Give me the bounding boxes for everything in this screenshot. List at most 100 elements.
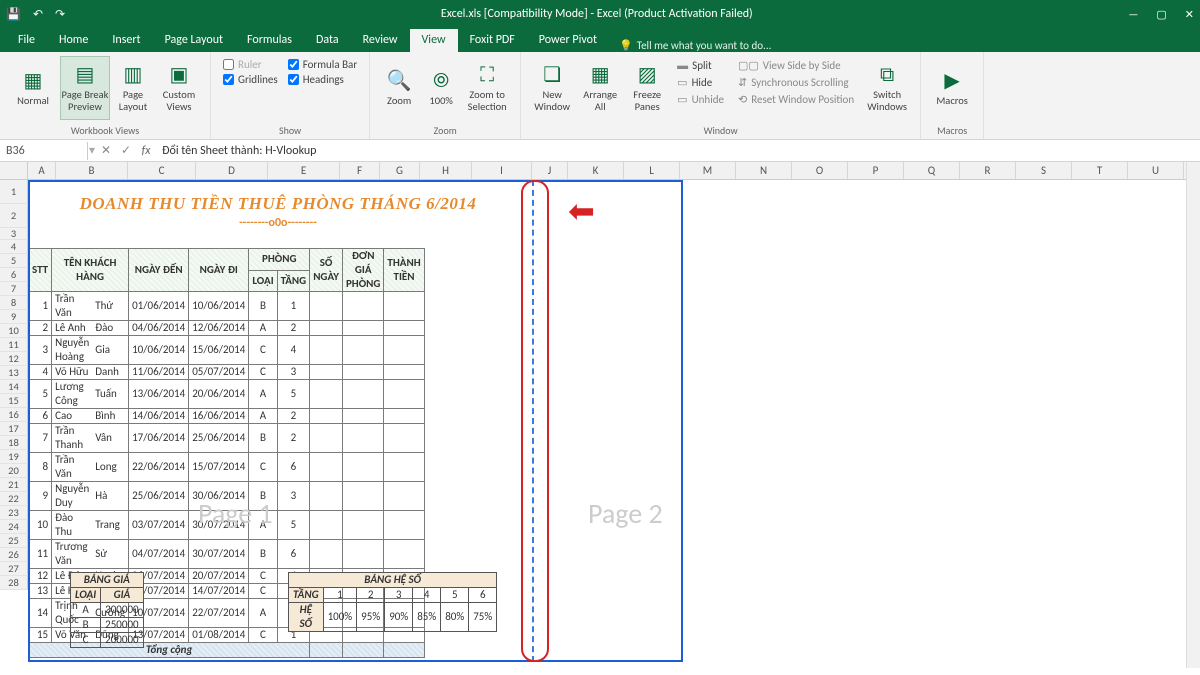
page-layout-button[interactable]: ▥Page Layout — [112, 56, 154, 120]
col-header-E[interactable]: E — [268, 162, 340, 179]
row-header-19[interactable]: 19 — [0, 450, 28, 464]
page-break-preview-button[interactable]: ▤Page Break Preview — [60, 56, 110, 120]
tab-foxit[interactable]: Foxit PDF — [458, 29, 527, 52]
row-header-25[interactable]: 25 — [0, 534, 28, 548]
row-header-13[interactable]: 13 — [0, 366, 28, 380]
custom-views-button[interactable]: ▣Custom Views — [156, 56, 202, 120]
formula-bar-checkbox[interactable]: Formula Bar — [288, 58, 357, 71]
row-header-26[interactable]: 26 — [0, 548, 28, 562]
cancel-icon[interactable]: ✕ — [96, 143, 116, 158]
row-header-22[interactable]: 22 — [0, 492, 28, 506]
page-break-line[interactable] — [532, 180, 534, 662]
gridlines-checkbox[interactable]: Gridlines — [223, 73, 278, 86]
name-box[interactable]: B36 — [0, 142, 88, 160]
save-icon[interactable]: 💾 — [6, 7, 21, 22]
table-row[interactable]: TẦNG123456 — [289, 588, 497, 603]
close-icon[interactable]: ✕ — [1185, 8, 1194, 21]
col-header-N[interactable]: N — [736, 162, 792, 179]
col-header-Q[interactable]: Q — [904, 162, 960, 179]
arrange-all-button[interactable]: ▦Arrange All — [577, 56, 623, 120]
table-row[interactable]: 1Trần VănThứ01/06/201410/06/2014B1 — [29, 292, 425, 321]
tab-powerpivot[interactable]: Power Pivot — [527, 29, 609, 52]
table-row[interactable]: 6CaoBình14/06/201416/06/2014A2 — [29, 409, 425, 424]
tab-data[interactable]: Data — [304, 29, 351, 52]
table-row[interactable]: 7Trần ThanhVân17/06/201425/06/2014B2 — [29, 424, 425, 453]
col-header-M[interactable]: M — [680, 162, 736, 179]
row-header-21[interactable]: 21 — [0, 478, 28, 492]
select-all-corner[interactable] — [0, 162, 28, 179]
row-header-20[interactable]: 20 — [0, 464, 28, 478]
col-header-I[interactable]: I — [472, 162, 532, 179]
tab-insert[interactable]: Insert — [100, 29, 152, 52]
row-header-14[interactable]: 14 — [0, 380, 28, 394]
new-window-button[interactable]: ❏New Window — [529, 56, 575, 120]
tab-file[interactable]: File — [6, 29, 47, 52]
col-header-O[interactable]: O — [792, 162, 848, 179]
macros-button[interactable]: ▶Macros — [929, 56, 975, 120]
row-header-12[interactable]: 12 — [0, 352, 28, 366]
col-header-R[interactable]: R — [960, 162, 1016, 179]
col-header-A[interactable]: A — [28, 162, 56, 179]
undo-icon[interactable]: ↶ — [33, 7, 43, 22]
table-row[interactable]: 10Đào ThuTrang03/07/201430/07/2014A5 — [29, 511, 425, 540]
row-header-6[interactable]: 6 — [0, 268, 28, 282]
split-button[interactable]: ▬ Split — [675, 58, 726, 73]
table-row[interactable]: B250000 — [71, 618, 144, 633]
row-header-24[interactable]: 24 — [0, 520, 28, 534]
row-header-7[interactable]: 7 — [0, 282, 28, 296]
row-header-28[interactable]: 28 — [0, 576, 28, 590]
grid[interactable]: ABCDEFGHIJKLMNOPQRSTU 123456789101112131… — [0, 162, 1200, 668]
table-row[interactable]: HỆ SỐ100%95%90%85%80%75% — [289, 603, 497, 632]
switch-windows-button[interactable]: ⧉Switch Windows — [862, 56, 912, 120]
col-header-K[interactable]: K — [568, 162, 624, 179]
hide-button[interactable]: ▭ Hide — [675, 75, 726, 90]
table-row[interactable]: 9Nguyễn DuyHà25/06/201430/06/2014B3 — [29, 482, 425, 511]
zoom-button[interactable]: 🔍Zoom — [378, 56, 420, 120]
row-header-9[interactable]: 9 — [0, 310, 28, 324]
col-header-B[interactable]: B — [56, 162, 128, 179]
col-header-U[interactable]: U — [1128, 162, 1184, 179]
row-header-18[interactable]: 18 — [0, 436, 28, 450]
col-header-J[interactable]: J — [532, 162, 568, 179]
enter-icon[interactable]: ✓ — [116, 143, 136, 158]
normal-button[interactable]: ▦Normal — [8, 56, 58, 120]
row-header-5[interactable]: 5 — [0, 254, 28, 268]
formula-input[interactable]: Đổi tên Sheet thành: H-Vlookup — [156, 142, 1200, 160]
col-header-T[interactable]: T — [1072, 162, 1128, 179]
col-header-P[interactable]: P — [848, 162, 904, 179]
row-header-3[interactable]: 3 — [0, 228, 28, 240]
col-header-S[interactable]: S — [1016, 162, 1072, 179]
tab-formulas[interactable]: Formulas — [235, 29, 304, 52]
col-header-C[interactable]: C — [128, 162, 196, 179]
row-header-10[interactable]: 10 — [0, 324, 28, 338]
ruler-checkbox[interactable]: Ruler — [223, 58, 278, 71]
freeze-panes-button[interactable]: ▨Freeze Panes — [625, 56, 669, 120]
tell-me[interactable]: 💡 Tell me what you want to do... — [619, 39, 771, 52]
table-row[interactable]: 8Trần VănLong22/06/201415/07/2014C6 — [29, 453, 425, 482]
row-header-17[interactable]: 17 — [0, 422, 28, 436]
row-header-16[interactable]: 16 — [0, 408, 28, 422]
col-header-G[interactable]: G — [380, 162, 420, 179]
tab-view[interactable]: View — [410, 29, 458, 52]
column-headers[interactable]: ABCDEFGHIJKLMNOPQRSTU — [0, 162, 1200, 180]
coefficient-table[interactable]: BẢNG HỆ SỐ TẦNG123456HỆ SỐ100%95%90%85%8… — [288, 572, 497, 632]
zoom-100-button[interactable]: ⦾100% — [422, 56, 460, 120]
col-header-L[interactable]: L — [624, 162, 680, 179]
sheet-area[interactable]: DOANH THU TIỀN THUÊ PHÒNG THÁNG 6/2014 -… — [28, 180, 1200, 668]
col-header-D[interactable]: D — [196, 162, 268, 179]
row-header-1[interactable]: 1 — [0, 180, 28, 204]
table-row[interactable]: 4Võ HữuDanh11/06/201405/07/2014C3 — [29, 365, 425, 380]
row-header-11[interactable]: 11 — [0, 338, 28, 352]
row-header-4[interactable]: 4 — [0, 240, 28, 254]
row-headers[interactable]: 1234567891011121314151617181920212223242… — [0, 180, 28, 590]
col-header-F[interactable]: F — [340, 162, 380, 179]
table-row[interactable]: 2Lê AnhĐào04/06/201412/06/2014A2 — [29, 321, 425, 336]
row-header-27[interactable]: 27 — [0, 562, 28, 576]
tab-page-layout[interactable]: Page Layout — [153, 29, 235, 52]
vertical-scrollbar[interactable] — [1186, 162, 1200, 668]
table-row[interactable]: A300000 — [71, 603, 144, 618]
table-row[interactable]: 3Nguyễn HoàngGia10/06/201415/06/2014C4 — [29, 336, 425, 365]
table-row[interactable]: C200000 — [71, 633, 144, 648]
col-header-H[interactable]: H — [420, 162, 472, 179]
row-header-23[interactable]: 23 — [0, 506, 28, 520]
